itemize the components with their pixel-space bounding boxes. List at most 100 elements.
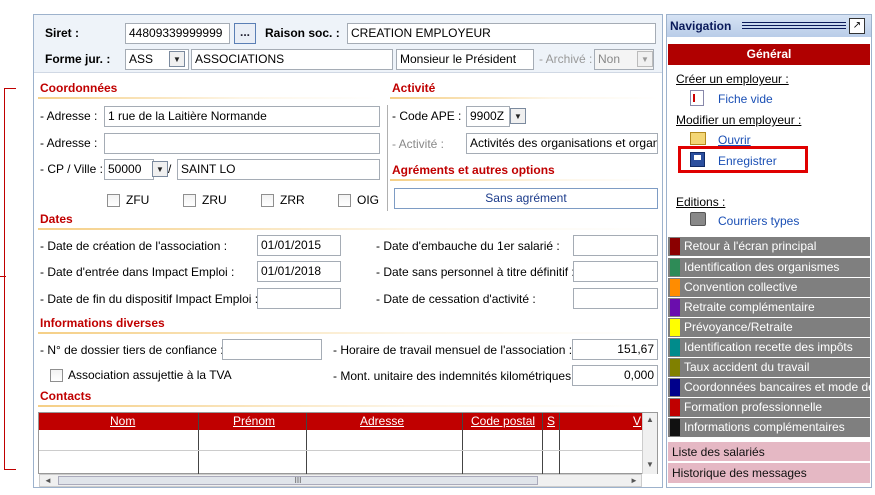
color-strip: [670, 238, 680, 255]
nav-item-retour[interactable]: Retour à l'écran principal: [668, 237, 870, 256]
section-infos-title: Informations diverses: [40, 316, 165, 330]
zru-checkbox[interactable]: [183, 194, 196, 207]
zfu-checkbox[interactable]: [107, 194, 120, 207]
zrr-checkbox[interactable]: [261, 194, 274, 207]
horaire-label: - Horaire de travail mensuel de l'associ…: [333, 343, 573, 357]
fiche-vide-link[interactable]: Fiche vide: [718, 92, 773, 106]
printer-icon: [690, 212, 706, 226]
adresse1-field[interactable]: 1 rue de la Laitière Normande: [104, 106, 380, 127]
siret-lookup-button[interactable]: ...: [234, 23, 256, 44]
creation-date-field[interactable]: 01/01/2015: [257, 235, 341, 256]
tva-label: Association assujettie à la TVA: [68, 368, 232, 382]
grid-column-line: [462, 413, 463, 474]
fin-date-label: - Date de fin du dispositif Impact Emplo…: [40, 292, 259, 306]
nav-item-formation[interactable]: Formation professionnelle: [668, 398, 870, 417]
chevron-down-icon[interactable]: ▼: [637, 51, 653, 67]
section-divider: [390, 179, 658, 181]
nav-item-prevoyance[interactable]: Prévoyance/Retraite: [668, 318, 870, 337]
zfu-label: ZFU: [126, 193, 150, 207]
embauche-date-label: - Date d'embauche du 1er salarié :: [376, 239, 560, 253]
archive-label: - Archivé :: [539, 52, 593, 66]
archive-value: Non: [598, 52, 621, 66]
nav-item-infos-comp[interactable]: Informations complémentaires: [668, 418, 870, 437]
embauche-date-field[interactable]: [573, 235, 658, 256]
oig-checkbox[interactable]: [338, 194, 351, 207]
section-divider: [38, 228, 658, 230]
column-adresse[interactable]: Adresse: [360, 414, 404, 428]
nav-item-label: Taux accident du travail: [684, 360, 810, 374]
entree-date-field[interactable]: 01/01/2018: [257, 261, 341, 282]
section-divider: [38, 332, 658, 334]
code-ape-field[interactable]: 9900Z: [466, 106, 510, 127]
creation-date-label: - Date de création de l'association :: [40, 239, 228, 253]
dossier-tiers-field[interactable]: [222, 339, 322, 360]
nav-item-label: Identification recette des impôts: [684, 340, 853, 354]
activite-field: Activités des organisations et organisme…: [466, 133, 658, 154]
section-dates-title: Dates: [40, 212, 73, 226]
grid-row-line: [39, 450, 642, 451]
nav-item-organismes[interactable]: Identification des organismes: [668, 258, 870, 277]
courriers-types-link[interactable]: Courriers types: [718, 214, 799, 228]
color-strip: [670, 419, 680, 436]
document-icon: [690, 90, 704, 106]
column-nom[interactable]: Nom: [110, 414, 135, 428]
forme-code: ASS: [129, 52, 154, 66]
nav-item-label: Formation professionnelle: [684, 400, 823, 414]
column-prenom[interactable]: Prénom: [233, 414, 275, 428]
enregistrer-link[interactable]: Enregistrer: [718, 154, 777, 168]
ouvrir-link[interactable]: Ouvrir: [718, 133, 751, 147]
nav-historique-messages[interactable]: Historique des messages: [668, 463, 870, 483]
code-ape-label: - Code APE :: [392, 109, 462, 123]
forme-juridique-libelle: ASSOCIATIONS: [191, 49, 393, 70]
cessation-date-field[interactable]: [573, 288, 658, 309]
nav-liste-salaries[interactable]: Liste des salariés: [668, 442, 870, 462]
section-divider: [390, 97, 658, 99]
nav-item-retraite[interactable]: Retraite complémentaire: [668, 298, 870, 317]
civilite-field[interactable]: Monsieur le Président: [396, 49, 534, 70]
zru-label: ZRU: [202, 193, 227, 207]
column-v[interactable]: V: [633, 414, 641, 428]
ville-field[interactable]: SAINT LO: [177, 159, 380, 180]
horaire-field[interactable]: 151,67: [572, 339, 658, 360]
dossier-tiers-label: - N° de dossier tiers de confiance :: [40, 343, 224, 357]
sans-personnel-date-field[interactable]: [573, 261, 658, 282]
nav-item-convention[interactable]: Convention collective: [668, 278, 870, 297]
scroll-thumb[interactable]: III: [58, 476, 538, 485]
color-strip: [670, 259, 680, 276]
nav-item-bancaires[interactable]: Coordonnées bancaires et mode de: [668, 378, 870, 397]
grid-vertical-scrollbar[interactable]: ▲ ▼: [642, 413, 657, 474]
color-strip: [670, 399, 680, 416]
chevron-down-icon[interactable]: ▼: [169, 51, 185, 67]
pin-icon[interactable]: ↗: [849, 18, 865, 34]
tva-checkbox[interactable]: [50, 369, 63, 382]
grid-horizontal-scrollbar[interactable]: ◄ III ►: [39, 474, 642, 487]
cessation-date-label: - Date de cessation d'activité :: [376, 292, 536, 306]
column-s[interactable]: S: [547, 414, 555, 428]
grip-handle-icon: [742, 22, 846, 30]
column-code-postal[interactable]: Code postal: [471, 414, 535, 428]
nav-item-label: Prévoyance/Retraite: [684, 320, 793, 334]
montant-km-label: - Mont. unitaire des indemnités kilométr…: [333, 369, 578, 383]
general-header: Général: [668, 44, 870, 65]
section-contacts-title: Contacts: [40, 389, 92, 403]
section-divider: [38, 405, 658, 407]
entree-date-label: - Date d'entrée dans Impact Emploi :: [40, 265, 235, 279]
nav-item-accident[interactable]: Taux accident du travail: [668, 358, 870, 377]
nav-item-label: Informations complémentaires: [684, 420, 845, 434]
editions-label: Editions :: [676, 195, 726, 209]
cp-field[interactable]: 50000: [104, 159, 154, 180]
adresse2-field[interactable]: [104, 133, 380, 154]
agrement-field[interactable]: Sans agrément: [394, 188, 658, 209]
annotation-bracket-tick: [0, 276, 6, 277]
fin-date-field[interactable]: [257, 288, 341, 309]
color-strip: [670, 279, 680, 296]
montant-km-field[interactable]: 0,000: [572, 365, 658, 386]
raison-sociale-field[interactable]: CREATION EMPLOYEUR: [347, 23, 656, 44]
modifier-employeur-label: Modifier un employeur :: [676, 113, 802, 127]
chevron-down-icon[interactable]: ▼: [152, 161, 168, 177]
siret-field[interactable]: 44809339999999: [125, 23, 230, 44]
nav-item-impots[interactable]: Identification recette des impôts: [668, 338, 870, 357]
chevron-down-icon[interactable]: ▼: [510, 108, 526, 124]
forme-juridique-label: Forme jur. :: [45, 52, 111, 66]
contacts-grid-header: Nom Prénom Adresse Code postal S V: [39, 413, 642, 430]
